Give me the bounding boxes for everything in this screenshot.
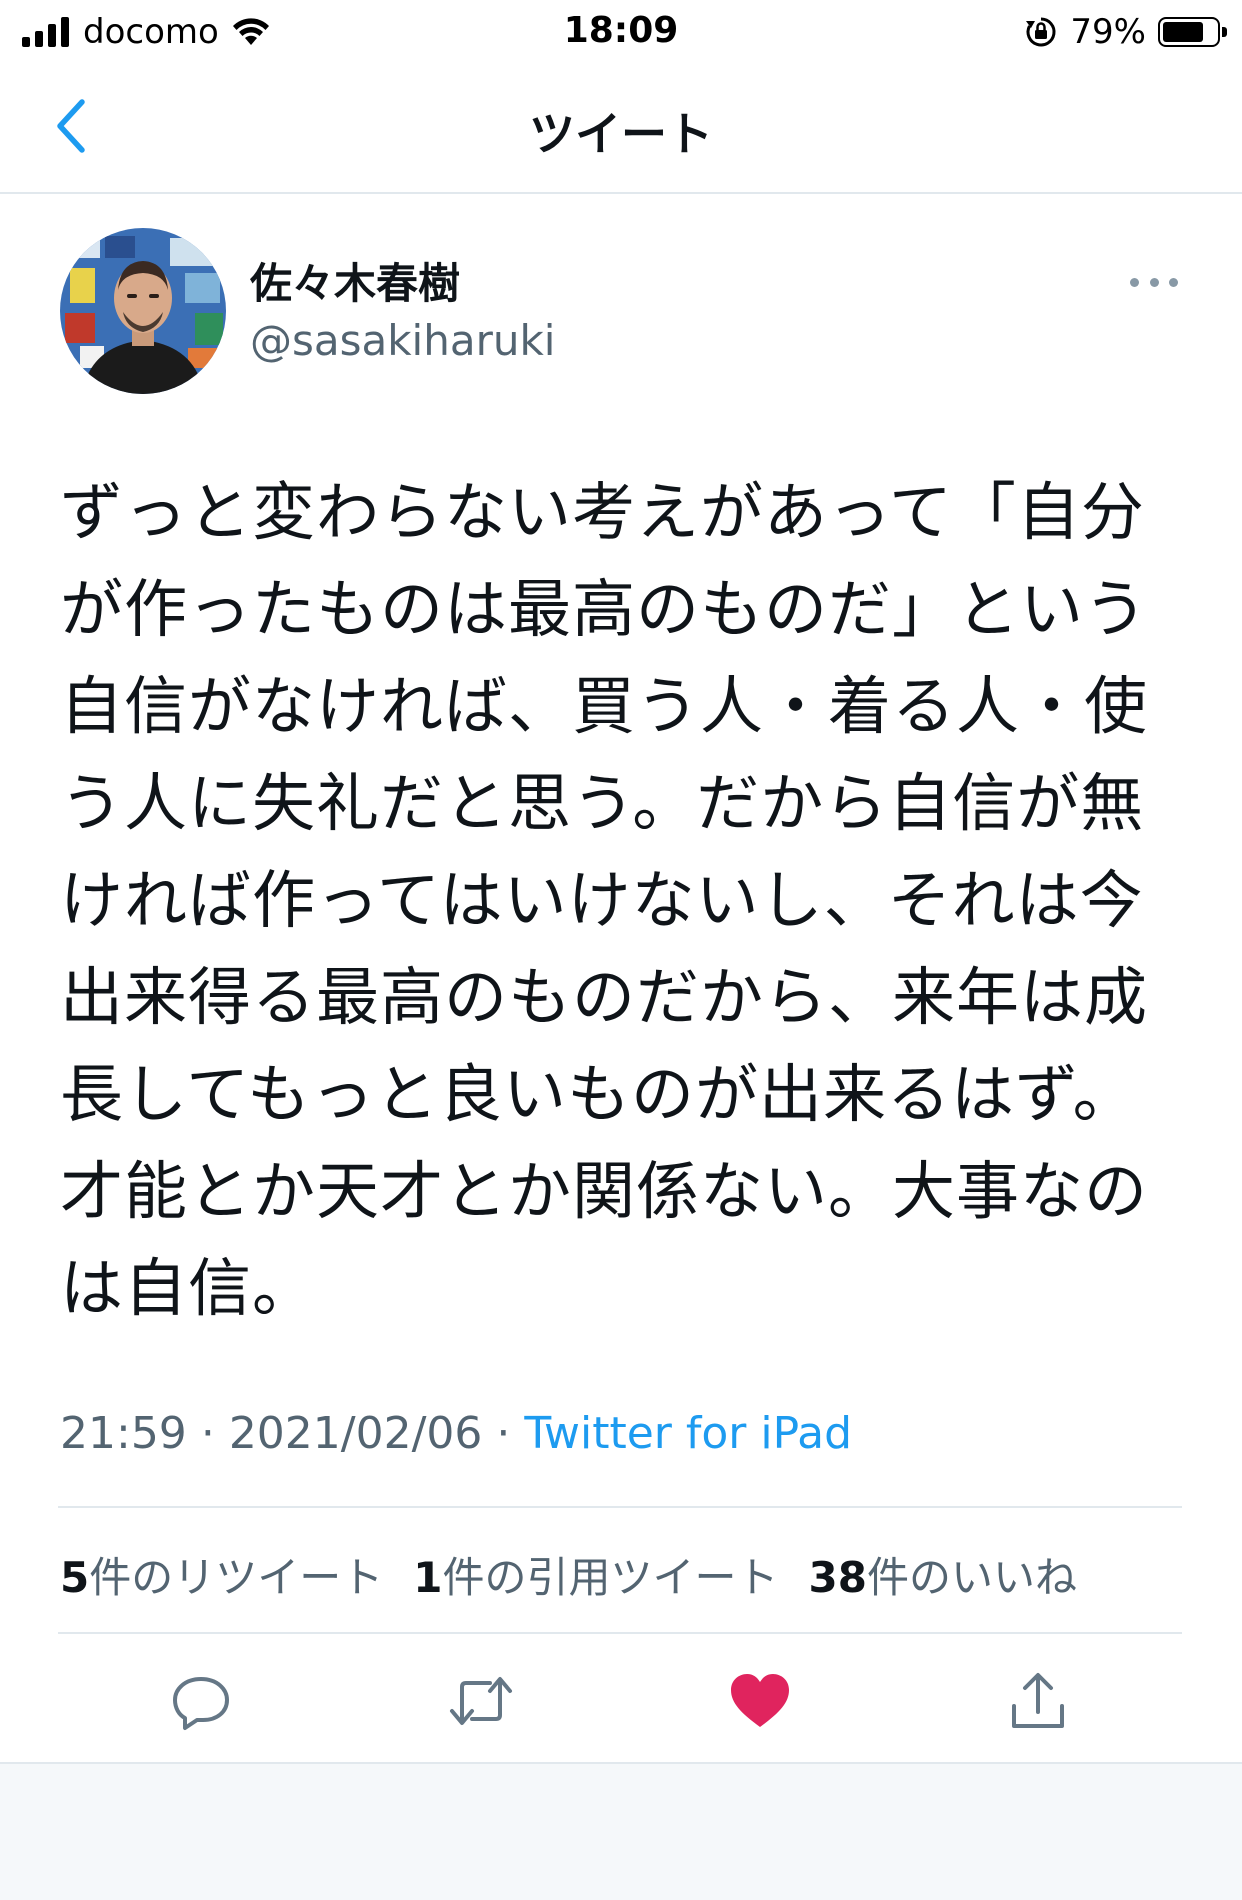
status-right: 79% [1024, 12, 1227, 52]
retweets-count: 5 [60, 1553, 90, 1602]
tweet-source-link[interactable]: Twitter for iPad [524, 1408, 852, 1459]
share-icon [1012, 1673, 1064, 1728]
divider [58, 1506, 1182, 1508]
tweet-line: 出来得る最高のものだから、来年は成 [60, 961, 1148, 1034]
like-icon [731, 1674, 789, 1727]
quotes-count: 1 [413, 1553, 443, 1602]
tweet-stats: 5件のリツイート 1件の引用ツイート 38件のいいね [60, 1544, 1077, 1605]
tweet-date: 2021/02/06 [228, 1408, 483, 1459]
navigation-bar: ツイート [0, 62, 1242, 194]
bottom-background [0, 1762, 1242, 1900]
tweet-time: 21:59 [60, 1408, 187, 1459]
meta-separator: · [200, 1408, 215, 1459]
battery-icon [1158, 17, 1227, 47]
tweet-line: 自信がなければ、買う人・着る人・使 [60, 670, 1148, 743]
quotes-stat[interactable]: 1件の引用ツイート [413, 1544, 778, 1605]
reply-button[interactable] [166, 1666, 236, 1736]
tweet-line: が作ったものは最高のものだ」という [60, 573, 1148, 646]
status-bar: docomo 18:09 79% [0, 0, 1242, 62]
rotation-lock-icon [1026, 17, 1056, 47]
more-dot-icon [1130, 277, 1139, 287]
tweet-line: ければ作ってはいけないし、それは今 [60, 864, 1144, 937]
meta-separator: · [496, 1408, 511, 1459]
tweet-line: 長してもっと良いものが出来るはず。 [60, 1058, 1137, 1131]
like-button[interactable] [725, 1666, 795, 1736]
avatar[interactable] [60, 228, 226, 394]
more-options-button[interactable] [1130, 270, 1178, 294]
tweet-text: ずっと変わらない考えがあって「自分 が作ったものは最高のものだ」という 自信がな… [60, 464, 1190, 1337]
tweet-line: ずっと変わらない考えがあって「自分 [60, 476, 1145, 549]
quotes-label: 件の引用ツイート [442, 1553, 779, 1602]
page-title: ツイート [529, 107, 713, 161]
share-button[interactable] [1003, 1666, 1073, 1736]
likes-count: 38 [808, 1553, 867, 1602]
retweets-label: 件のリツイート [89, 1553, 384, 1602]
avatar-image [60, 228, 226, 394]
likes-label: 件のいいね [866, 1553, 1077, 1602]
battery-percent: 79% [1070, 12, 1146, 52]
divider [58, 1632, 1182, 1634]
tweet-line: 才能とか天才とか関係ない。大事なの [60, 1155, 1148, 1228]
tweet-line: う人に失礼だと思う。だから自信が無 [60, 767, 1145, 840]
retweet-button[interactable] [446, 1666, 516, 1736]
tweet-meta: 21:59 · 2021/02/06 · Twitter for iPad [60, 1408, 852, 1459]
tweet-line: は自信。 [60, 1252, 316, 1325]
reply-icon [173, 1677, 229, 1730]
more-dot-icon [1169, 277, 1178, 287]
retweet-icon [450, 1677, 512, 1725]
retweets-stat[interactable]: 5件のリツイート [60, 1544, 383, 1605]
tweet-actions [0, 1666, 1242, 1740]
author-handle[interactable]: @sasakiharuki [250, 316, 555, 365]
author-name[interactable]: 佐々木春樹 [250, 250, 460, 311]
likes-stat[interactable]: 38件のいいね [809, 1544, 1077, 1605]
more-dot-icon [1149, 277, 1159, 287]
